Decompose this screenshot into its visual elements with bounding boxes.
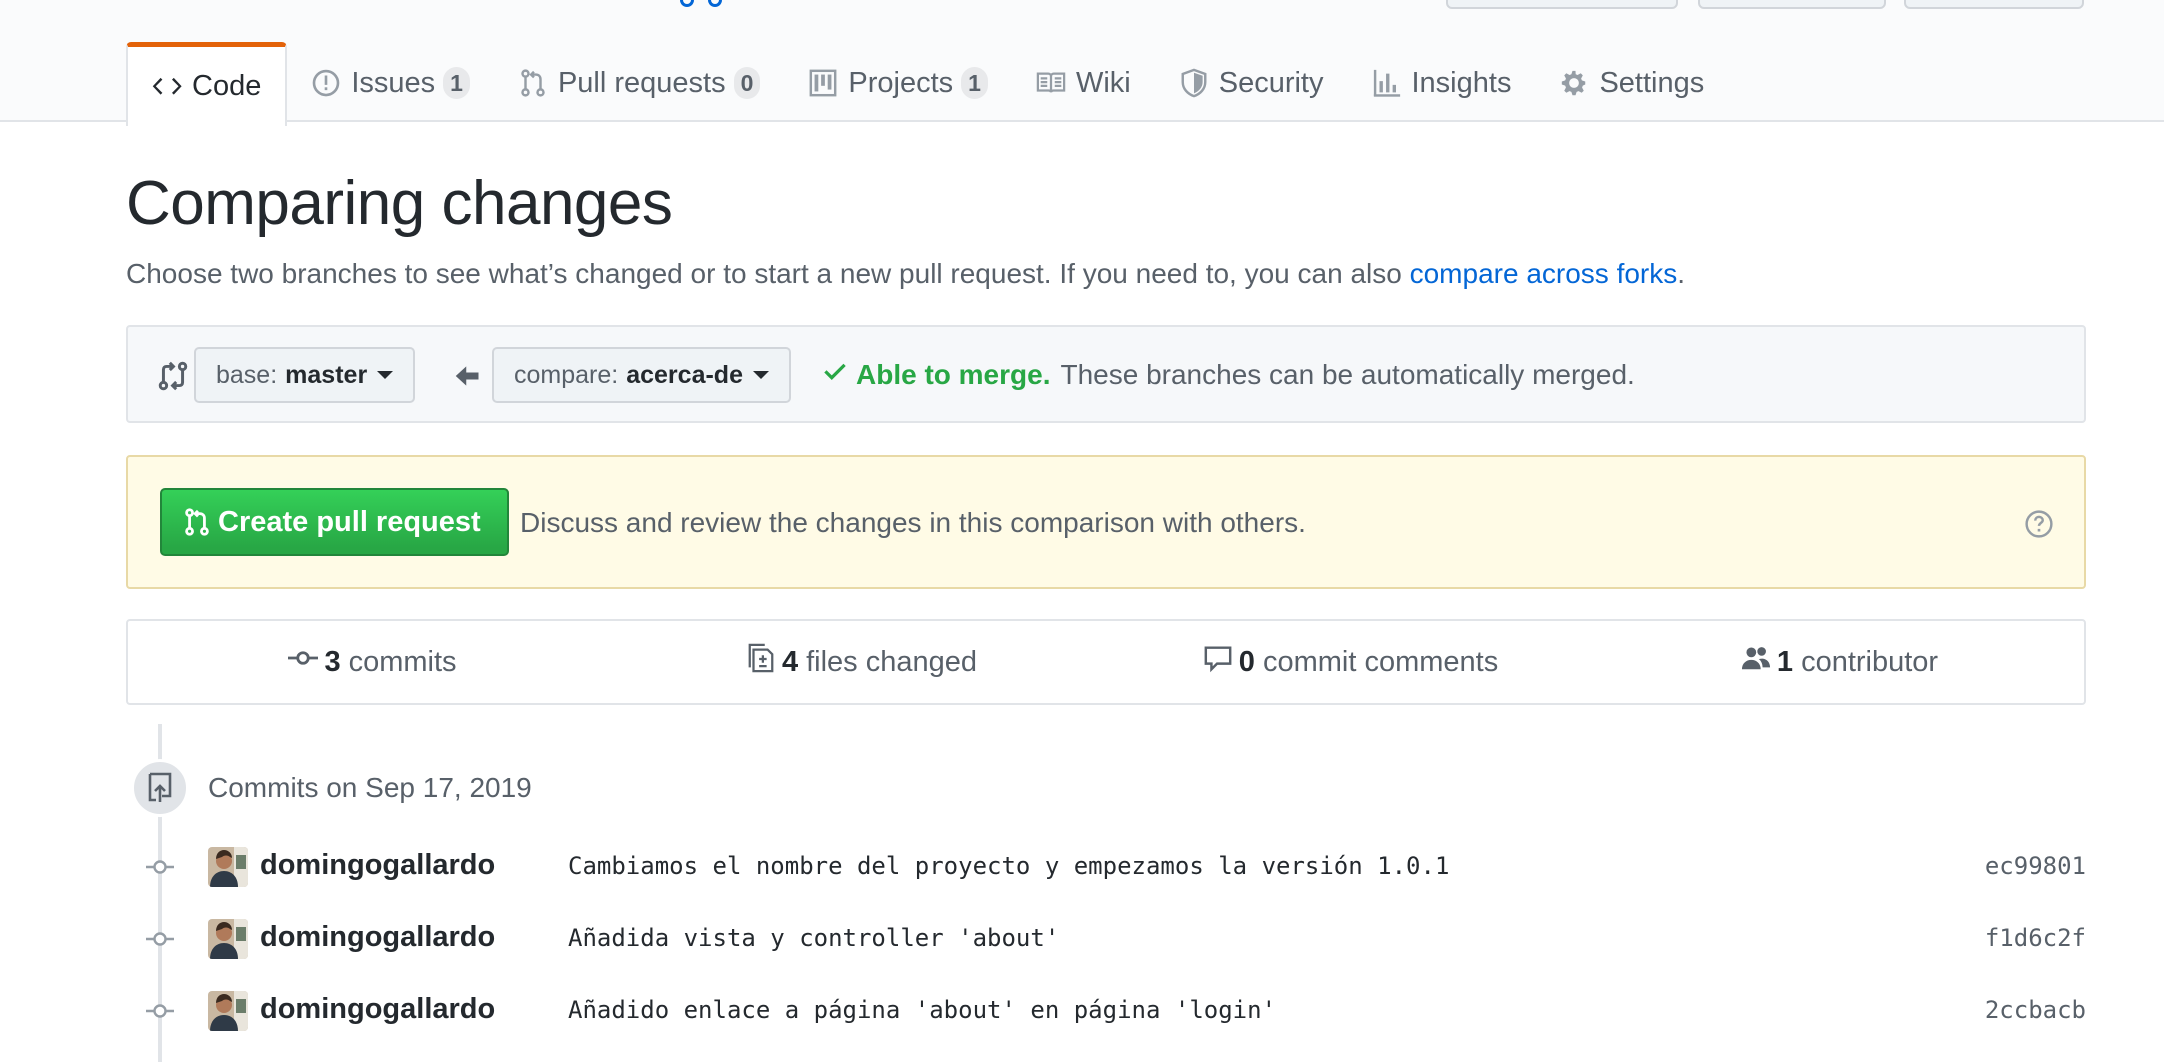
base-branch-name: master — [285, 360, 368, 389]
tab-label: Issues — [351, 66, 436, 99]
project-icon — [808, 68, 838, 98]
subtitle-period: . — [1677, 258, 1686, 289]
caret-down-icon — [377, 371, 394, 379]
commit-message-link[interactable]: Añadida vista y controller 'about' — [568, 924, 1059, 952]
commit-row: domingogallardo Añadida vista y controll… — [144, 913, 2086, 965]
commit-author-link[interactable]: domingogallardo — [260, 921, 495, 954]
compare-branch-name: acerca-de — [626, 360, 743, 389]
shield-icon — [1179, 68, 1209, 98]
commit-message-link[interactable]: Añadido enlace a página 'about' en págin… — [568, 996, 1276, 1024]
compare-branch-select[interactable]: compare: acerca-de — [492, 347, 791, 403]
graph-icon — [1372, 68, 1402, 98]
caret-down-icon — [752, 371, 769, 379]
tab-label: Projects — [848, 66, 954, 99]
commits-summary-link[interactable]: 3 commits — [128, 621, 617, 703]
repo-nav-tabs: Code Issues 1 Pull requests 0 Projects 1 — [126, 42, 1728, 126]
tab-settings[interactable]: Settings — [1535, 42, 1728, 124]
pull-requests-counter: 0 — [733, 67, 761, 99]
tab-projects[interactable]: Projects 1 — [784, 42, 1012, 124]
issue-opened-icon — [311, 68, 341, 98]
commits-label: commits — [348, 645, 457, 678]
page-subtitle: Choose two branches to see what’s change… — [126, 258, 1685, 290]
issues-counter: 1 — [443, 67, 470, 99]
watch-button-partial[interactable] — [1446, 0, 1678, 9]
commit-author-link[interactable]: domingogallardo — [260, 993, 495, 1026]
tab-code[interactable]: Code — [126, 42, 288, 126]
commit-row: domingogallardo Cambiamos el nombre del … — [144, 841, 2086, 893]
comment-icon — [1203, 643, 1233, 681]
merge-ok-label: Able to merge. — [856, 358, 1051, 390]
avatar[interactable] — [208, 847, 248, 887]
base-label: base: — [216, 360, 278, 389]
flash-description: Discuss and review the changes in this c… — [520, 507, 1306, 538]
commit-comments-count: 0 — [1238, 645, 1255, 678]
files-changed-label: files changed — [806, 645, 978, 678]
commit-row: domingogallardo Añadido enlace a página … — [144, 985, 2086, 1037]
git-commit-icon — [144, 855, 176, 879]
repo-push-icon — [131, 759, 189, 817]
contributors-count: 1 — [1776, 645, 1794, 678]
contributors-label: contributor — [1801, 645, 1939, 678]
create-pr-flash: Create pull request Discuss and review t… — [126, 455, 2086, 589]
tab-wiki[interactable]: Wiki — [1012, 42, 1155, 124]
git-commit-icon — [144, 999, 176, 1023]
create-pull-request-label: Create pull request — [218, 505, 481, 538]
avatar[interactable] — [208, 919, 248, 959]
git-commit-icon — [288, 643, 319, 681]
tab-label: Settings — [1599, 66, 1705, 99]
create-pull-request-button[interactable]: Create pull request — [160, 488, 509, 556]
repo-header-partial-link[interactable] — [680, 0, 750, 7]
tab-issues[interactable]: Issues 1 — [287, 42, 494, 124]
code-icon — [152, 72, 182, 102]
tab-label: Pull requests — [557, 66, 726, 99]
git-pull-request-icon — [518, 68, 548, 98]
commit-comments-summary-link[interactable]: 0 commit comments — [1106, 621, 1595, 703]
tab-label: Security — [1218, 66, 1324, 99]
commit-comments-label: commit comments — [1262, 645, 1499, 678]
git-pull-request-icon — [185, 508, 209, 536]
branch-range-editor: base: master compare: acerca-de Able to me… — [126, 325, 2086, 423]
page-title: Comparing changes — [126, 169, 673, 238]
tab-pull-requests[interactable]: Pull requests 0 — [494, 42, 784, 124]
merge-status: Able to merge. These branches can be aut… — [822, 358, 1635, 391]
file-diff-icon — [746, 643, 776, 681]
commit-message-link[interactable]: Cambiamos el nombre del proyecto y empez… — [568, 852, 1449, 880]
merge-status-text: These branches can be automatically merg… — [1060, 358, 1635, 390]
arrow-left-icon — [454, 362, 482, 390]
files-changed-summary-link[interactable]: 4 files changed — [617, 621, 1106, 703]
check-icon — [822, 358, 848, 391]
tab-label: Code — [192, 70, 262, 102]
subtitle-text: Choose two branches to see what’s change… — [126, 258, 1410, 289]
commits-day-heading: Commits on Sep 17, 2019 — [208, 772, 532, 803]
projects-counter: 1 — [961, 67, 988, 99]
question-icon[interactable] — [2024, 509, 2054, 539]
commit-sha-link[interactable]: f1d6c2f — [1985, 924, 2086, 952]
git-compare-icon[interactable] — [156, 359, 190, 393]
tab-insights[interactable]: Insights — [1348, 42, 1536, 124]
fork-button-partial[interactable] — [1904, 0, 2084, 9]
comparison-summary: 3 commits 4 files changed 0 commit comments… — [126, 619, 2086, 705]
commit-sha-link[interactable]: ec99801 — [1985, 852, 2086, 880]
compare-across-forks-link[interactable]: compare across forks — [1410, 258, 1678, 289]
star-button-partial[interactable] — [1698, 0, 1886, 9]
git-commit-icon — [144, 927, 176, 951]
tab-security[interactable]: Security — [1155, 42, 1348, 124]
avatar[interactable] — [208, 991, 248, 1031]
base-branch-select[interactable]: base: master — [194, 347, 416, 403]
tab-label: Insights — [1411, 66, 1512, 99]
tab-label: Wiki — [1075, 66, 1131, 99]
commit-author-link[interactable]: domingogallardo — [260, 849, 495, 882]
files-changed-count: 4 — [781, 645, 799, 678]
book-icon — [1036, 68, 1066, 98]
people-icon — [1741, 643, 1771, 681]
compare-label: compare: — [514, 360, 619, 389]
contributors-summary-link[interactable]: 1 contributor — [1595, 621, 2084, 703]
gear-icon — [1559, 68, 1589, 98]
commit-sha-link[interactable]: 2ccbacb — [1985, 996, 2086, 1024]
commits-count: 3 — [324, 645, 341, 678]
repo-header: Code Issues 1 Pull requests 0 Projects 1 — [0, 0, 2164, 126]
